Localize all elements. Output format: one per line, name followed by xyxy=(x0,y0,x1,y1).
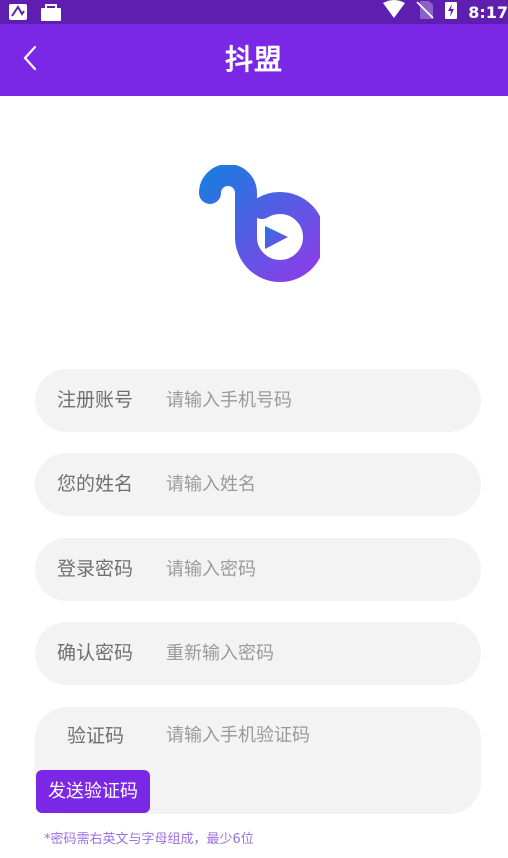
phone-input[interactable]: 请输入手机号码 xyxy=(166,369,292,432)
verification-code-label: 验证码 xyxy=(67,725,125,747)
brand-b-logo-icon xyxy=(199,164,325,282)
confirm-password-label: 确认密码 xyxy=(57,642,134,664)
password-label: 登录密码 xyxy=(57,558,134,580)
battery-charging-icon xyxy=(444,0,458,24)
name-field[interactable]: 您的姓名 请输入姓名 xyxy=(35,453,481,516)
status-bar: 8:17 xyxy=(0,0,508,24)
phone-label: 注册账号 xyxy=(57,389,134,411)
status-time: 8:17 xyxy=(468,2,508,22)
status-right-icons: 8:17 xyxy=(382,0,508,24)
wifi-icon xyxy=(382,0,406,24)
confirm-password-input[interactable]: 重新输入密码 xyxy=(166,622,274,685)
confirm-password-field[interactable]: 确认密码 重新输入密码 xyxy=(35,622,481,685)
name-input[interactable]: 请输入姓名 xyxy=(166,453,256,516)
app-bar: 抖盟 xyxy=(0,24,508,96)
send-code-button[interactable]: 发送验证码 xyxy=(36,770,150,813)
app-icon xyxy=(8,2,28,26)
no-sim-icon xyxy=(416,0,434,24)
verification-code-input[interactable]: 请输入手机验证码 xyxy=(166,721,310,747)
bag-icon xyxy=(40,2,62,26)
password-hint: *密码需右英文与字母组成，最少6位 xyxy=(44,832,254,847)
page-title: 抖盟 xyxy=(224,43,283,76)
password-input[interactable]: 请输入密码 xyxy=(166,538,256,601)
password-field[interactable]: 登录密码 请输入密码 xyxy=(35,538,481,601)
name-label: 您的姓名 xyxy=(57,473,134,495)
phone-field[interactable]: 注册账号 请输入手机号码 xyxy=(35,369,481,432)
brand-logo xyxy=(196,164,325,285)
status-left-icons xyxy=(8,2,62,26)
